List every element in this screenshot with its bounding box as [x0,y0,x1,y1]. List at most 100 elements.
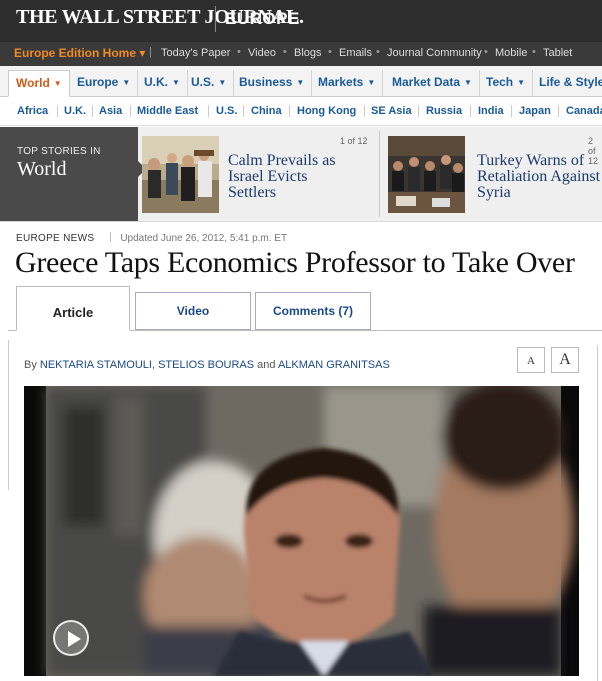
headline-line: Retaliation Against [477,168,601,185]
font-size-decrease-button[interactable]: A [517,347,545,373]
separator [57,105,58,117]
top-stories-kicker: TOP STORIES IN [17,146,101,157]
tab-video[interactable]: Video [135,292,251,330]
util-link-tablet[interactable]: Tablet [543,47,572,59]
util-link-journal-community[interactable]: Journal Community [387,47,482,59]
edition-label[interactable]: EUROPE [225,9,300,29]
author-link[interactable]: NEKTARIA STAMOULI [40,359,152,371]
story-thumbnail[interactable] [388,136,465,213]
story-headline[interactable]: Turkey Warns of Retaliation Against Syri… [477,153,600,201]
separator [511,105,512,117]
top-stories-label: TOP STORIES IN World [0,127,146,221]
subnav-africa[interactable]: Africa [17,105,48,117]
chevron-down-icon: ▼ [122,78,131,87]
separator: • [328,46,332,58]
util-link-video[interactable]: Video [248,47,276,59]
tab-tech[interactable]: Tech ▼ [479,70,534,96]
tab-label: Tech [486,75,514,89]
byline-prefix: By [24,359,37,371]
tab-life-style[interactable]: Life & Style [532,70,602,96]
separator [418,105,419,117]
story-count: 1 of 12 [340,136,368,146]
chevron-down-icon: ▼ [367,78,376,87]
subnav-india[interactable]: India [478,105,504,117]
subnav-hong-kong[interactable]: Hong Kong [297,105,356,117]
separator [208,105,209,117]
top-story-2[interactable]: 2 of 12 Turkey Warns of Retaliation Agai… [384,127,602,221]
tab-market-data[interactable]: Market Data ▼ [385,70,480,96]
author-link[interactable]: STELIOS BOURAS [158,359,254,371]
story-thumbnail[interactable] [142,136,219,213]
author-link[interactable]: ALKMAN GRANITSAS [278,359,390,371]
subnav-canada[interactable]: Canada [566,105,602,117]
separator [558,105,559,117]
headline-line: Settlers [228,184,276,201]
tab-label: Market Data [392,75,461,89]
subnav-se-asia[interactable]: SE Asia [371,105,412,117]
tab-markets[interactable]: Markets ▼ [311,70,384,96]
video-player[interactable] [24,386,579,676]
updated-timestamp: Updated June 26, 2012, 5:41 p.m. ET [120,233,288,244]
article-tabs: Article Video Comments (7) [0,286,602,331]
subnav-middle-east[interactable]: Middle East [137,105,198,117]
subnav-asia[interactable]: Asia [99,105,122,117]
tab-label: Europe [77,75,119,89]
font-size-increase-button[interactable]: A [551,347,579,373]
tab-label: U.S. [191,75,215,89]
separator [289,105,290,117]
separator [130,105,131,117]
chevron-down-icon: ▼ [296,78,305,87]
separator: • [376,46,380,58]
story-headline[interactable]: Calm Prevails as Israel Evicts Settlers [228,153,336,201]
separator [110,232,112,242]
parliament-photo [388,136,465,213]
subnav-japan[interactable]: Japan [519,105,551,117]
subnav-russia[interactable]: Russia [426,105,462,117]
subnav-us[interactable]: U.S. [216,105,237,117]
chevron-down-icon: ▼ [53,79,62,88]
chevron-down-icon: ▼ [517,78,526,87]
tab-world[interactable]: World ▼ [8,70,70,97]
byline-comma: , [151,359,156,371]
tab-europe[interactable]: Europe ▼ [70,70,139,96]
divider [379,131,380,217]
right-rule [597,345,598,681]
top-story-1[interactable]: 1 of 12 Calm Prevails as Israel Evicts S… [138,127,378,221]
masthead-divider [215,6,216,32]
util-link-todays-paper[interactable]: Today's Paper [161,47,230,59]
byline: By NEKTARIA STAMOULI, STELIOS BOURAS and… [24,359,390,371]
separator: • [532,46,536,58]
regional-subnav: Africa U.K. Asia Middle East U.S. China … [0,97,602,126]
top-stories-strip: TOP STORIES IN World 1 of 12 Calm Prevai… [0,127,602,222]
subnav-uk[interactable]: U.K. [64,105,86,117]
util-link-blogs[interactable]: Blogs [294,47,322,59]
separator [364,105,365,117]
util-link-emails[interactable]: Emails [339,47,372,59]
byline-and: and [257,359,276,371]
article-kicker[interactable]: EUROPE NEWS [16,233,94,244]
tab-uk[interactable]: U.K. ▼ [137,70,188,96]
headline-line: Israel Evicts [228,168,308,185]
section-nav: World ▼ Europe ▼ U.K. ▼ U.S. ▼ Business ▼ Mar… [0,66,602,97]
left-rule [0,340,9,490]
edition-home-link[interactable]: Europe Edition Home ▾ [14,46,145,60]
top-stories-section: World [17,158,67,180]
play-icon[interactable] [53,620,89,656]
settlers-photo [142,136,219,213]
subnav-china[interactable]: China [251,105,282,117]
tab-business[interactable]: Business ▼ [232,70,313,96]
separator: • [237,46,241,58]
headline-line: Turkey Warns of [477,152,585,169]
chevron-down-icon: ▼ [172,78,180,87]
separator [470,105,471,117]
tab-comments[interactable]: Comments (7) [255,292,371,330]
tab-us[interactable]: U.S. ▼ [184,70,235,96]
tab-label: Markets [318,75,364,89]
util-link-mobile[interactable]: Mobile [495,47,527,59]
article-meta: EUROPE NEWS Updated June 26, 2012, 5:41 p… [16,232,287,244]
article-headline: Greece Taps Economics Professor to Take … [15,246,575,279]
chevron-down-icon: ▼ [464,78,472,87]
tab-article[interactable]: Article [16,286,130,331]
separator: | [149,46,152,58]
separator: • [484,46,488,58]
